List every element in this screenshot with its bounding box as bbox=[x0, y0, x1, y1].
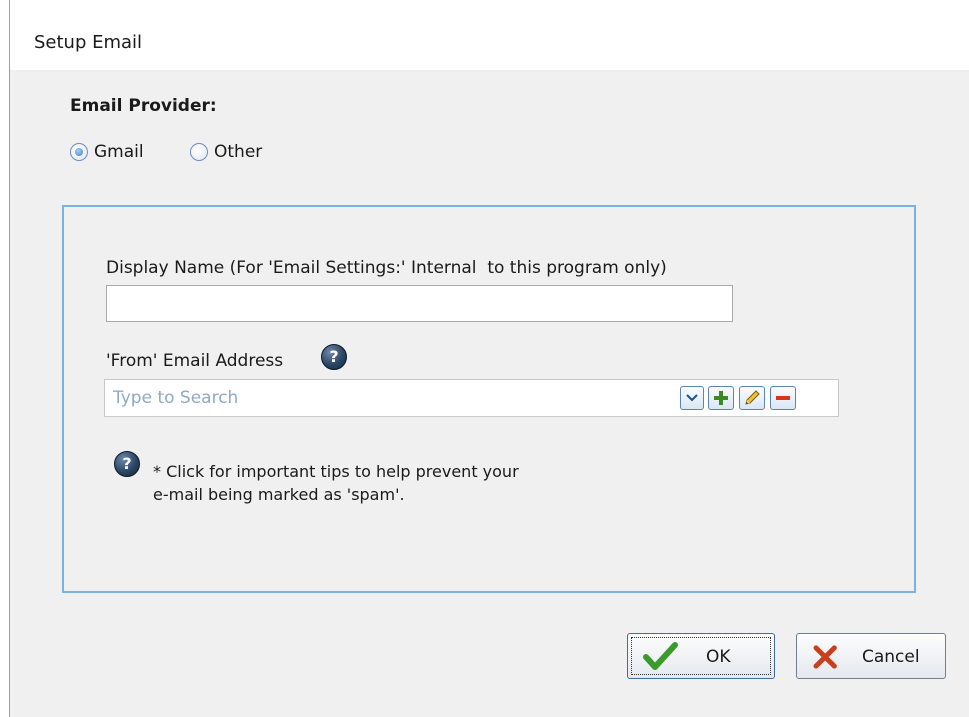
other-radio-label: Other bbox=[214, 142, 263, 162]
from-email-label: 'From' Email Address bbox=[106, 351, 284, 371]
close-icon bbox=[813, 645, 837, 669]
minus-icon bbox=[776, 396, 790, 400]
cancel-button-label: Cancel bbox=[862, 647, 920, 667]
spam-tips-link[interactable]: * Click for important tips to help preve… bbox=[153, 460, 533, 506]
dropdown-button[interactable] bbox=[680, 386, 704, 410]
plus-icon bbox=[714, 391, 728, 405]
chevron-down-icon bbox=[686, 394, 698, 402]
from-email-combobox bbox=[104, 379, 839, 417]
cancel-button[interactable]: Cancel bbox=[796, 633, 946, 679]
ok-button[interactable]: OK bbox=[627, 633, 775, 679]
gmail-radio-label: Gmail bbox=[94, 142, 144, 162]
window-title: Setup Email bbox=[34, 32, 143, 53]
help-icon[interactable]: ? bbox=[321, 344, 347, 370]
pencil-icon bbox=[745, 390, 760, 405]
other-radio[interactable]: Other bbox=[190, 142, 262, 162]
from-email-search-input[interactable] bbox=[105, 380, 691, 416]
display-name-label: Display Name (For 'Email Settings:' Inte… bbox=[106, 258, 667, 278]
email-provider-label: Email Provider: bbox=[70, 96, 217, 116]
tips-help-icon[interactable]: ? bbox=[114, 451, 140, 477]
checkmark-icon bbox=[643, 642, 678, 670]
radio-checked-icon bbox=[70, 143, 88, 161]
gmail-radio[interactable]: Gmail bbox=[70, 142, 144, 162]
radio-unchecked-icon bbox=[190, 143, 208, 161]
edit-button[interactable] bbox=[739, 386, 765, 410]
window-edge bbox=[0, 0, 10, 717]
remove-button[interactable] bbox=[770, 386, 796, 410]
display-name-input[interactable] bbox=[106, 285, 733, 322]
setup-email-dialog: Setup Email Email Provider: Gmail Other … bbox=[0, 0, 969, 717]
title-bar[interactable]: Setup Email bbox=[10, 0, 969, 70]
add-button[interactable] bbox=[708, 386, 734, 410]
ok-button-label: OK bbox=[706, 647, 731, 667]
